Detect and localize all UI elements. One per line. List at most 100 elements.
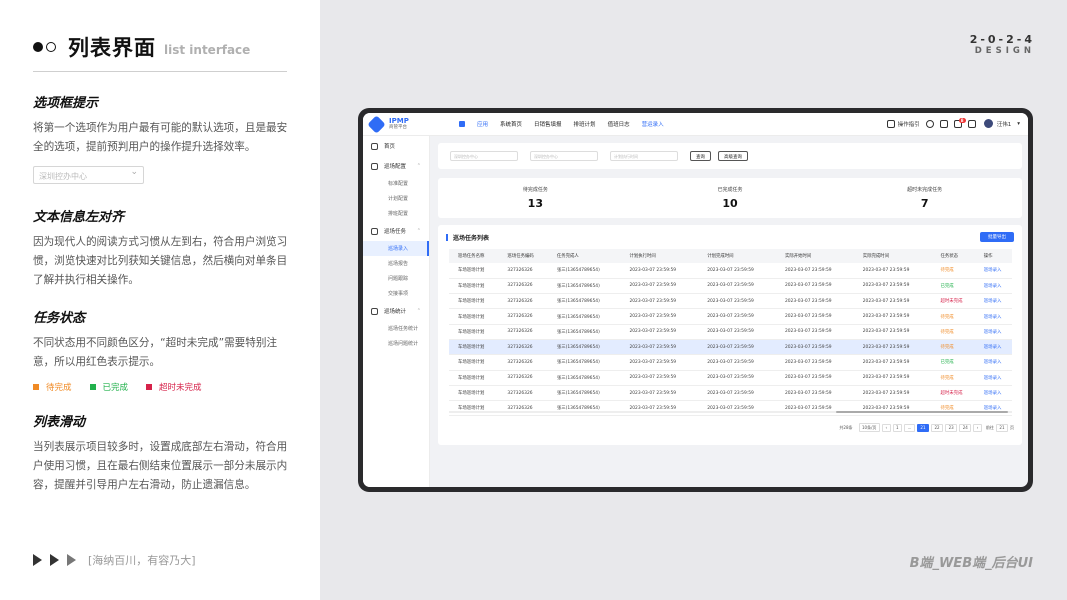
sidebar-item[interactable]: 计划配置: [363, 191, 429, 206]
column-header[interactable]: 计划执行时间: [620, 249, 699, 263]
status-badge: 已完成: [931, 354, 975, 371]
page-button[interactable]: 21: [916, 423, 930, 432]
row-action-link[interactable]: 巡场录入: [974, 293, 1012, 310]
advanced-query-button[interactable]: 高级查询: [718, 151, 748, 161]
user-name[interactable]: 汪伟1: [997, 120, 1012, 128]
table-row[interactable]: 车场巡场计划 327326326 张三(13654789654) 2023-03-07…: [449, 370, 1012, 386]
fullscreen-icon[interactable]: [967, 119, 976, 128]
row-action-link[interactable]: 巡场录入: [974, 385, 1012, 402]
page-button[interactable]: 23: [945, 423, 958, 432]
pagination: 共28条 10条/页 ‹ 1... 21 22 23 24 › 前往 21 页: [839, 423, 1014, 432]
header: 列表界面 list interface: [33, 32, 250, 62]
table-cell: 2023-03-07 23:59:59: [698, 400, 776, 417]
table-row[interactable]: 车场巡场计划 327326326 张三(13654789654) 2023-03-07…: [449, 339, 1012, 356]
horizontal-scrollbar[interactable]: [449, 411, 1012, 413]
sidebar-item[interactable]: 巡场统计 ⌃: [363, 301, 429, 321]
column-header[interactable]: 实际开始时间: [775, 249, 854, 263]
star-icon[interactable]: [939, 119, 948, 128]
page-button[interactable]: 24: [959, 423, 972, 432]
table-cell: 2023-03-07 23:59:59: [775, 385, 854, 402]
table-cell: 2023-03-07 23:59:59: [775, 263, 854, 279]
example-select[interactable]: 深圳控办中心: [33, 166, 144, 184]
page-size-select[interactable]: 10条/页: [858, 423, 880, 432]
column-header[interactable]: 巡场任务编码: [498, 249, 548, 263]
nav-home[interactable]: 系统首页: [500, 120, 522, 128]
page-suffix: 页: [1010, 424, 1014, 430]
column-header[interactable]: 实际完成时间: [853, 249, 932, 263]
table-row[interactable]: 车场巡场计划 327326326 张三(13654789654) 2023-03-07…: [449, 278, 1012, 295]
sidebar-item[interactable]: 标准配置: [363, 176, 429, 191]
page-button[interactable]: 22: [931, 423, 944, 432]
row-action-link[interactable]: 巡场录入: [974, 324, 1012, 340]
row-action-link[interactable]: 巡场录入: [974, 370, 1012, 386]
chevron-up-icon: ⌃: [416, 228, 421, 234]
avatar[interactable]: [983, 119, 993, 128]
table-row[interactable]: 车场巡场计划 327326326 张三(13654789654) 2023-03-07…: [449, 293, 1012, 310]
filter-select-1[interactable]: 深圳控办中心: [450, 151, 518, 161]
sidebar-item[interactable]: 巡场录入: [363, 241, 429, 256]
search-icon[interactable]: [925, 119, 934, 128]
table-row[interactable]: 车场巡场计划 327326326 张三(13654789654) 2023-03-07…: [449, 354, 1012, 371]
column-header[interactable]: 巡场任务名称: [449, 249, 499, 263]
nav-ops-entry[interactable]: 营运录入: [642, 120, 664, 128]
play-icon: [50, 554, 59, 566]
export-button[interactable]: 批量导出: [980, 232, 1014, 242]
column-header[interactable]: 计划完成时间: [698, 249, 776, 263]
sidebar-item[interactable]: 首页: [363, 136, 429, 156]
next-page-icon[interactable]: ›: [973, 423, 982, 432]
column-header[interactable]: 操作: [974, 249, 1012, 263]
nav-duty-log[interactable]: 值班日志: [608, 120, 630, 128]
guide-icon[interactable]: [886, 119, 895, 128]
status-badge: 待完成: [931, 370, 975, 386]
query-button[interactable]: 查询: [690, 151, 711, 161]
sidebar-item[interactable]: 巡场报告: [363, 256, 429, 271]
sidebar-item[interactable]: 排班配置: [363, 206, 429, 221]
sidebar-item[interactable]: 问题跟踪: [363, 271, 429, 286]
column-header[interactable]: 任务状态: [931, 249, 975, 263]
filter-bar: 深圳控办中心 深圳控办中心 计划执行时间 查询 高级查询: [438, 143, 1022, 169]
sidebar-item[interactable]: 交接事项: [363, 286, 429, 301]
sidebar-item[interactable]: 巡场配置 ⌃: [363, 156, 429, 176]
table-row[interactable]: 车场巡场计划 327326326 张三(13654789654) 2023-03-07…: [449, 308, 1012, 325]
play-icon: [33, 554, 42, 566]
message-icon[interactable]: 8: [953, 117, 966, 128]
table-cell: 327326326: [498, 308, 548, 325]
footer-right: B端_WEB端_后台UI: [909, 556, 1033, 571]
nav-schedule[interactable]: 排班计划: [574, 120, 596, 128]
row-action-link[interactable]: 巡场录入: [974, 354, 1012, 371]
row-action-link[interactable]: 巡场录入: [974, 339, 1012, 356]
guide-link[interactable]: 操作指引: [898, 120, 920, 128]
table-cell: 车场巡场计划: [449, 324, 499, 340]
sidebar-item[interactable]: 巡场任务统计: [363, 321, 429, 336]
sidebar: 首页 巡场配置 ⌃ 标准配置 计划配置 排班配置 巡场任务 ⌃ 巡场录入 巡场报告 问题跟踪 交接事项…: [363, 136, 430, 487]
main-content: 深圳控办中心 深圳控办中心 计划执行时间 查询 高级查询 待完成任务 13 已完成…: [438, 143, 1022, 445]
stats-icon: [371, 307, 378, 315]
page-button[interactable]: 1: [892, 423, 903, 432]
chevron-down-icon[interactable]: ▾: [1017, 121, 1020, 127]
page-button[interactable]: ...: [904, 423, 915, 432]
scrollbar-thumb[interactable]: [836, 411, 1008, 413]
apps-grid-icon[interactable]: [459, 121, 465, 127]
row-action-link[interactable]: 巡场录入: [974, 400, 1012, 417]
table-cell: 327326326: [498, 370, 548, 386]
row-action-link[interactable]: 巡场录入: [974, 308, 1012, 325]
column-header[interactable]: 任务完成人: [547, 249, 621, 263]
nav-daily-sales[interactable]: 日销售填报: [534, 120, 562, 128]
table-row[interactable]: 车场巡场计划 327326326 张三(13654789654) 2023-03-07…: [449, 263, 1012, 279]
table-cell: 2023-03-07 23:59:59: [698, 385, 776, 402]
goto-input[interactable]: 21: [995, 423, 1008, 432]
top-navbar: IPMP 商管平台 应用 系统首页 日销售填报 排班计划 值班日志 营运录入 操…: [363, 113, 1028, 136]
table-row[interactable]: 车场巡场计划 327326326 张三(13654789654) 2023-03-07…: [449, 385, 1012, 402]
table-row[interactable]: 车场巡场计划 327326326 张三(13654789654) 2023-03-07…: [449, 400, 1012, 417]
row-action-link[interactable]: 巡场录入: [974, 278, 1012, 295]
nav-apps[interactable]: 应用: [477, 120, 488, 128]
prev-page-icon[interactable]: ‹: [881, 423, 891, 432]
table-row[interactable]: 车场巡场计划 327326326 张三(13654789654) 2023-03-07…: [449, 324, 1012, 340]
app-logo[interactable]: IPMP 商管平台: [367, 114, 453, 134]
row-action-link[interactable]: 巡场录入: [974, 263, 1012, 279]
filter-select-2[interactable]: 深圳控办中心: [530, 151, 598, 161]
sidebar-item[interactable]: 巡场问题统计: [363, 336, 429, 351]
sidebar-item[interactable]: 巡场任务 ⌃: [363, 221, 429, 241]
table-cell: 2023-03-07 23:59:59: [853, 370, 932, 386]
filter-date[interactable]: 计划执行时间: [610, 151, 678, 161]
